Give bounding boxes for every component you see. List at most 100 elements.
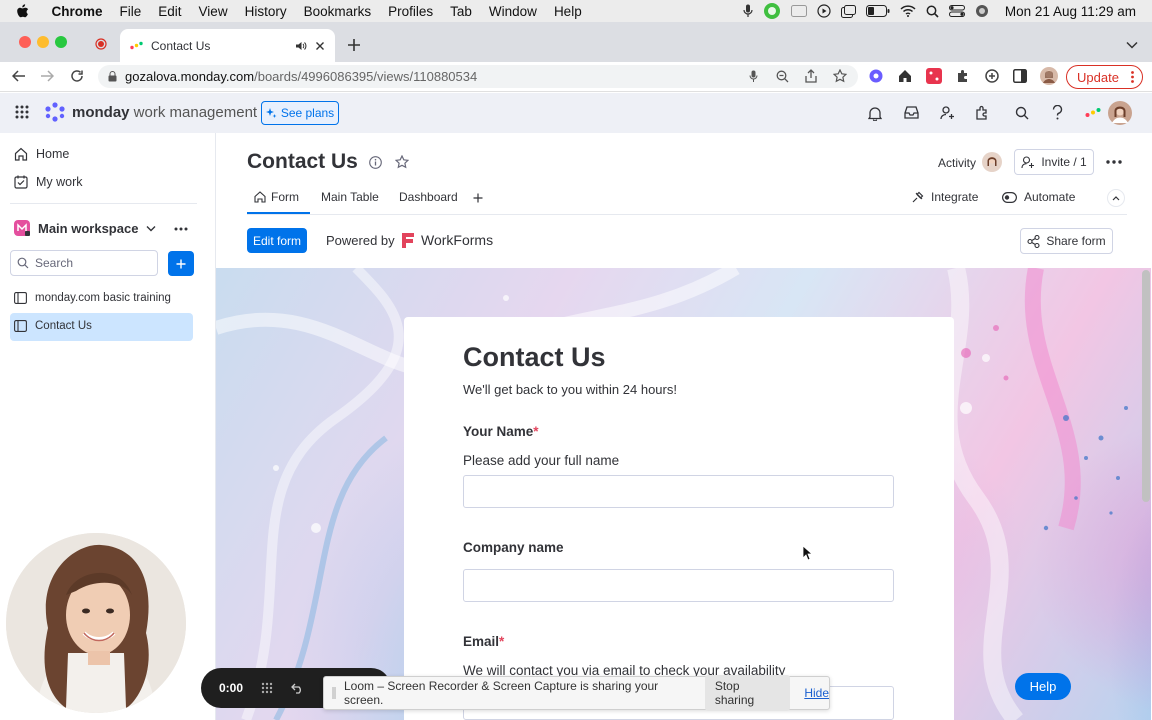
window-icon[interactable] <box>840 4 856 18</box>
workspace-icon <box>14 220 30 236</box>
menu-bookmarks[interactable]: Bookmarks <box>295 4 380 19</box>
notifications-bell-icon[interactable] <box>868 106 882 121</box>
tab-form[interactable]: Form <box>254 190 299 204</box>
undo-icon[interactable] <box>291 683 304 694</box>
invite-button[interactable]: Invite / 1 <box>1014 149 1094 175</box>
menu-app-chrome[interactable]: Chrome <box>43 4 111 19</box>
add-item-button[interactable] <box>168 251 194 276</box>
spotlight-search-icon[interactable] <box>926 5 939 18</box>
menu-view[interactable]: View <box>190 4 236 19</box>
tab-main-table[interactable]: Main Table <box>321 190 379 204</box>
back-arrow-icon[interactable] <box>12 70 26 82</box>
board-title[interactable]: Contact Us <box>247 150 358 174</box>
field-description-your-name: Please add your full name <box>463 453 620 468</box>
lock-icon[interactable] <box>108 71 117 82</box>
monday-logo-icon[interactable] <box>44 102 66 122</box>
sidebar-search-input[interactable]: Search <box>10 250 158 276</box>
stop-sharing-button[interactable]: Stop sharing <box>704 675 791 711</box>
monday-wordmark[interactable]: monday work management <box>72 104 257 121</box>
apps-grid-icon[interactable] <box>15 105 29 119</box>
profile-avatar[interactable] <box>1040 67 1058 85</box>
menu-profiles[interactable]: Profiles <box>380 4 442 19</box>
invite-members-icon[interactable] <box>940 106 955 120</box>
battery-icon[interactable] <box>865 5 890 17</box>
user-avatar[interactable] <box>1108 101 1132 125</box>
see-plans-button[interactable]: See plans <box>261 101 339 125</box>
inbox-icon[interactable] <box>904 106 919 119</box>
workspace-chevron-down-icon[interactable] <box>146 225 156 232</box>
hide-link[interactable]: Hide <box>804 686 829 700</box>
side-panel-icon[interactable] <box>1013 69 1027 83</box>
edit-form-button[interactable]: Edit form <box>247 228 307 253</box>
control-center-icon[interactable] <box>948 5 965 17</box>
browser-tab-contact-us[interactable]: Contact Us <box>120 29 335 62</box>
screen-share-icon[interactable] <box>790 5 807 17</box>
board-more-icon[interactable] <box>1106 160 1122 164</box>
sidebar-item-home[interactable]: Home <box>14 147 69 161</box>
microphone-icon[interactable] <box>743 4 753 18</box>
extension-home-icon[interactable] <box>898 69 912 83</box>
info-icon[interactable] <box>369 156 382 169</box>
your-name-input[interactable] <box>463 475 894 508</box>
powered-by-label: Powered by <box>326 233 395 248</box>
bookmark-star-icon[interactable] <box>833 69 847 83</box>
sidebar-board-contact-us[interactable]: Contact Us <box>14 320 92 332</box>
form-card <box>404 317 954 720</box>
extension-red-icon[interactable] <box>926 68 942 84</box>
sidebar-item-my-work[interactable]: My work <box>14 175 83 189</box>
workspace-selector[interactable]: Main workspace <box>14 220 138 236</box>
help-button[interactable]: Help <box>1015 673 1071 700</box>
add-view-icon[interactable] <box>473 193 483 203</box>
loom-status-icon[interactable] <box>763 2 781 20</box>
menu-help[interactable]: Help <box>545 4 590 19</box>
menu-tab[interactable]: Tab <box>442 4 481 19</box>
siri-icon[interactable] <box>975 4 989 18</box>
zoom-icon[interactable] <box>776 70 789 83</box>
window-minimize-button[interactable] <box>37 36 49 48</box>
chrome-update-button[interactable]: Update <box>1066 65 1143 89</box>
activity-avatar[interactable] <box>982 152 1002 172</box>
sidebar-board-basic-training[interactable]: monday.com basic training <box>14 292 171 304</box>
menu-history[interactable]: History <box>236 4 295 19</box>
collapse-header-chevron-up-icon[interactable] <box>1107 189 1125 207</box>
tab-dashboard[interactable]: Dashboard <box>399 190 458 204</box>
grid-icon[interactable] <box>261 682 273 694</box>
new-tab-icon[interactable] <box>347 38 361 52</box>
window-close-button[interactable] <box>19 36 31 48</box>
share-page-icon[interactable] <box>805 69 817 83</box>
menu-window[interactable]: Window <box>480 4 545 19</box>
company-name-input[interactable] <box>463 569 894 602</box>
window-zoom-button[interactable] <box>55 36 67 48</box>
favorite-star-icon[interactable] <box>395 155 409 169</box>
reload-icon[interactable] <box>70 69 84 83</box>
sparkle-icon <box>265 107 277 119</box>
monday-products-icon[interactable] <box>1085 107 1101 118</box>
tab-audio-icon[interactable] <box>295 41 307 51</box>
apple-icon[interactable] <box>0 3 43 19</box>
voice-search-icon[interactable] <box>749 70 758 83</box>
share-form-button[interactable]: Share form <box>1020 228 1113 254</box>
form-scrollbar[interactable] <box>1142 270 1150 502</box>
integrate-button[interactable]: Integrate <box>911 190 978 204</box>
workspace-more-icon[interactable] <box>174 227 188 231</box>
tab-close-icon[interactable] <box>315 41 325 51</box>
menubar-clock[interactable]: Mon 21 Aug 11:29 am <box>1005 4 1136 19</box>
address-bar[interactable]: gozalova.monday.com/boards/4996086395/vi… <box>98 65 858 88</box>
drag-handle-icon[interactable] <box>332 687 336 699</box>
extension-loom-icon[interactable] <box>985 69 999 83</box>
activity-button[interactable]: Activity <box>938 156 976 170</box>
menu-edit[interactable]: Edit <box>150 4 190 19</box>
extensions-puzzle-icon[interactable] <box>956 69 970 83</box>
menu-file[interactable]: File <box>111 4 150 19</box>
extension-gear-icon[interactable] <box>868 68 884 84</box>
forward-arrow-icon[interactable] <box>40 70 54 82</box>
help-question-icon[interactable] <box>1052 105 1063 120</box>
play-icon[interactable] <box>817 4 831 18</box>
search-icon[interactable] <box>1015 106 1029 120</box>
loom-camera-bubble[interactable] <box>6 533 186 713</box>
automate-button[interactable]: Automate <box>1002 190 1075 204</box>
wifi-icon[interactable] <box>900 5 916 17</box>
tab-search-chevron-icon[interactable] <box>1126 41 1138 49</box>
workforms-brand[interactable]: WorkForms <box>421 232 493 248</box>
integrations-icon[interactable] <box>975 105 990 120</box>
